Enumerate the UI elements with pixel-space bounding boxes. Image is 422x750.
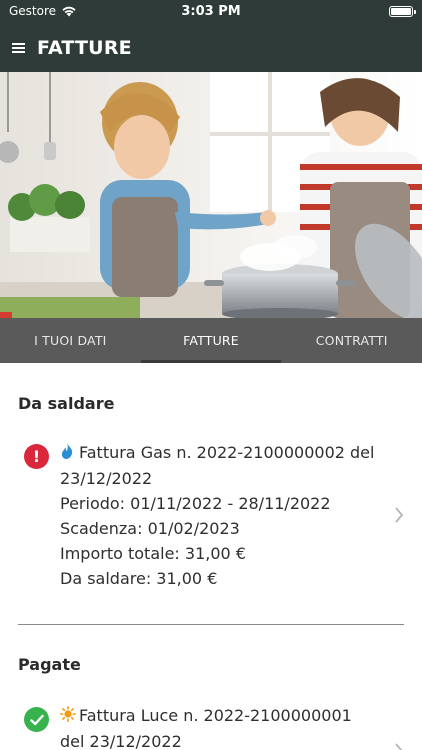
invoice-title: Fattura Gas n. 2022-2100000002 del [79,443,375,462]
tab-contratti[interactable]: CONTRATTI [281,318,422,363]
gas-flame-icon [60,441,76,466]
invoice-date: 23/12/2022 [60,469,153,488]
section-title-unpaid: Da saldare [18,394,115,413]
check-icon [24,707,49,732]
tab-fatture[interactable]: FATTURE [140,318,282,363]
chevron-right-icon[interactable] [394,743,404,750]
tab-i-tuoi-dati[interactable]: I TUOI DATI [0,318,141,363]
invoice-total: Importo totale: 31,00 € [60,544,246,563]
invoice-date: del 23/12/2022 [60,732,182,750]
hero-image [0,72,422,318]
battery-icon [389,6,416,17]
page-title: FATTURE [37,37,132,59]
sun-electricity-icon [60,704,76,729]
invoice-title-line: Fattura Luce n. 2022-2100000001 [60,703,390,729]
invoice-item-paid[interactable]: Fattura Luce n. 2022-2100000001 del 23/1… [0,703,422,750]
invoice-period: Periodo: 01/11/2022 - 28/11/2022 [60,494,331,513]
clock: 3:03 PM [181,4,241,19]
invoice-item-unpaid[interactable]: ! Fattura Gas n. 2022-2100000002 del 23/… [0,440,422,600]
tab-bar: I TUOI DATI FATTURE CONTRATTI [0,318,422,363]
invoice-title-line: Fattura Gas n. 2022-2100000002 del [60,440,390,466]
invoice-details: Fattura Gas n. 2022-2100000002 del 23/12… [60,440,390,591]
chevron-right-icon[interactable] [394,507,404,523]
invoice-due-date: Scadenza: 01/02/2023 [60,519,240,538]
invoice-details: Fattura Luce n. 2022-2100000001 del 23/1… [60,703,390,750]
section-title-paid: Pagate [18,655,81,674]
hamburger-menu-icon[interactable] [12,43,25,53]
section-divider [18,624,404,625]
status-bar: Gestore 3:03 PM [0,0,422,24]
app-header: Gestore 3:03 PM FATTURE [0,0,422,72]
kitchen-photo [0,72,422,318]
invoice-title: Fattura Luce n. 2022-2100000001 [79,706,352,725]
nav-bar: FATTURE [0,33,422,63]
alert-icon: ! [24,444,49,469]
invoice-balance: Da saldare: 31,00 € [60,569,218,588]
